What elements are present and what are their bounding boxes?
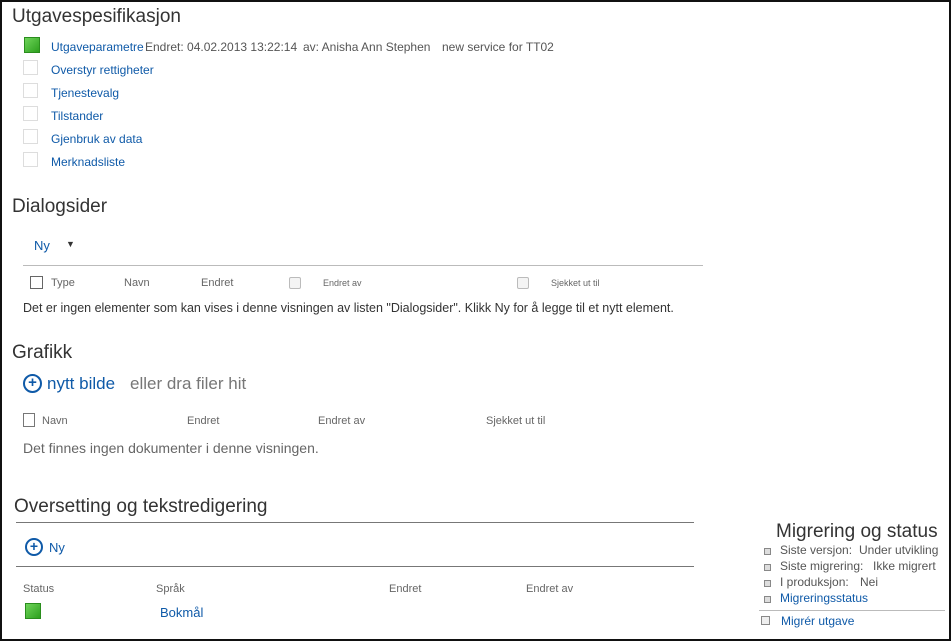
new-image-link[interactable]: nytt bilde — [47, 374, 115, 394]
divider — [759, 610, 945, 611]
document-icon — [23, 413, 35, 427]
status-empty-icon — [23, 129, 38, 144]
status-empty-icon — [23, 152, 38, 167]
migrate-release-link[interactable]: Migrér utgave — [781, 614, 854, 628]
column-type[interactable]: Type — [51, 277, 75, 289]
bullet-icon — [764, 596, 771, 603]
dialog-title: Dialogsider — [12, 196, 108, 217]
status-empty-icon — [23, 106, 38, 121]
column-sjekket-ut-til[interactable]: Sjekket ut til — [551, 278, 600, 288]
migration-status-link[interactable]: Migreringsstatus — [780, 591, 868, 605]
graphics-title: Grafikk — [12, 342, 73, 363]
status-complete-icon — [25, 603, 41, 619]
select-all-checkbox[interactable] — [30, 276, 43, 289]
spec-note: new service for TT02 — [442, 40, 554, 54]
migrate-icon — [761, 616, 770, 625]
migration-value: Under utvikling — [859, 543, 939, 557]
language-bokmal-link[interactable]: Bokmål — [160, 605, 203, 620]
divider — [16, 522, 694, 523]
chevron-down-icon[interactable]: ▼ — [66, 239, 75, 249]
page-frame: Utgavespesifikasjon Utgaveparametre Endr… — [0, 0, 951, 641]
spec-item-utgaveparametre[interactable]: Utgaveparametre — [51, 40, 144, 54]
column-endret[interactable]: Endret — [389, 583, 421, 595]
column-status[interactable]: Status — [23, 583, 54, 595]
column-checkbox[interactable] — [289, 277, 301, 289]
status-empty-icon — [23, 83, 38, 98]
column-endret-av[interactable]: Endret av — [526, 583, 573, 595]
migration-label: Siste migrering: — [780, 559, 864, 573]
translation-title: Oversetting og tekstredigering — [14, 496, 268, 517]
migration-value: Nei — [860, 575, 879, 589]
dialog-empty-text: Det er ingen elementer som kan vises i d… — [23, 301, 674, 315]
status-empty-icon — [23, 60, 38, 75]
add-circle-icon[interactable]: + — [25, 538, 43, 556]
spec-item-tilstander[interactable]: Tilstander — [51, 109, 103, 123]
migration-label: Siste versjon: — [780, 543, 853, 557]
spec-changed-by: av: Anisha Ann Stephen — [303, 40, 431, 54]
spec-item-tjenestevalg[interactable]: Tjenestevalg — [51, 86, 119, 100]
column-sjekket-ut-til[interactable]: Sjekket ut til — [486, 415, 545, 427]
bullet-icon — [764, 564, 771, 571]
migration-title: Migrering og status — [776, 521, 938, 542]
divider — [23, 265, 703, 266]
migration-label: I produksjon: — [780, 575, 849, 589]
spec-changed: Endret: 04.02.2013 13:22:14 — [145, 40, 298, 54]
column-endret-av[interactable]: Endret av — [323, 278, 362, 288]
migration-value: Ikke migrert — [873, 559, 936, 573]
column-checkbox[interactable] — [517, 277, 529, 289]
drag-files-text: eller dra filer hit — [130, 374, 247, 393]
bullet-icon — [764, 580, 771, 587]
column-navn[interactable]: Navn — [42, 415, 68, 427]
column-endret-av[interactable]: Endret av — [318, 415, 365, 427]
spec-title: Utgavespesifikasjon — [12, 6, 181, 27]
translation-new-button[interactable]: Ny — [49, 540, 65, 555]
column-endret[interactable]: Endret — [187, 415, 219, 427]
dialog-new-button[interactable]: Ny — [34, 238, 50, 253]
divider — [16, 566, 694, 567]
column-navn[interactable]: Navn — [124, 277, 150, 289]
column-endret[interactable]: Endret — [201, 277, 233, 289]
add-circle-icon[interactable]: + — [23, 374, 42, 393]
spec-item-gjenbruk-av-data[interactable]: Gjenbruk av data — [51, 132, 142, 146]
spec-item-overstyr-rettigheter[interactable]: Overstyr rettigheter — [51, 63, 154, 77]
bullet-icon — [764, 548, 771, 555]
column-sprak[interactable]: Språk — [156, 583, 185, 595]
graphics-empty-text: Det finnes ingen dokumenter i denne visn… — [23, 440, 319, 456]
spec-item-merknadsliste[interactable]: Merknadsliste — [51, 155, 125, 169]
status-complete-icon — [24, 37, 40, 53]
